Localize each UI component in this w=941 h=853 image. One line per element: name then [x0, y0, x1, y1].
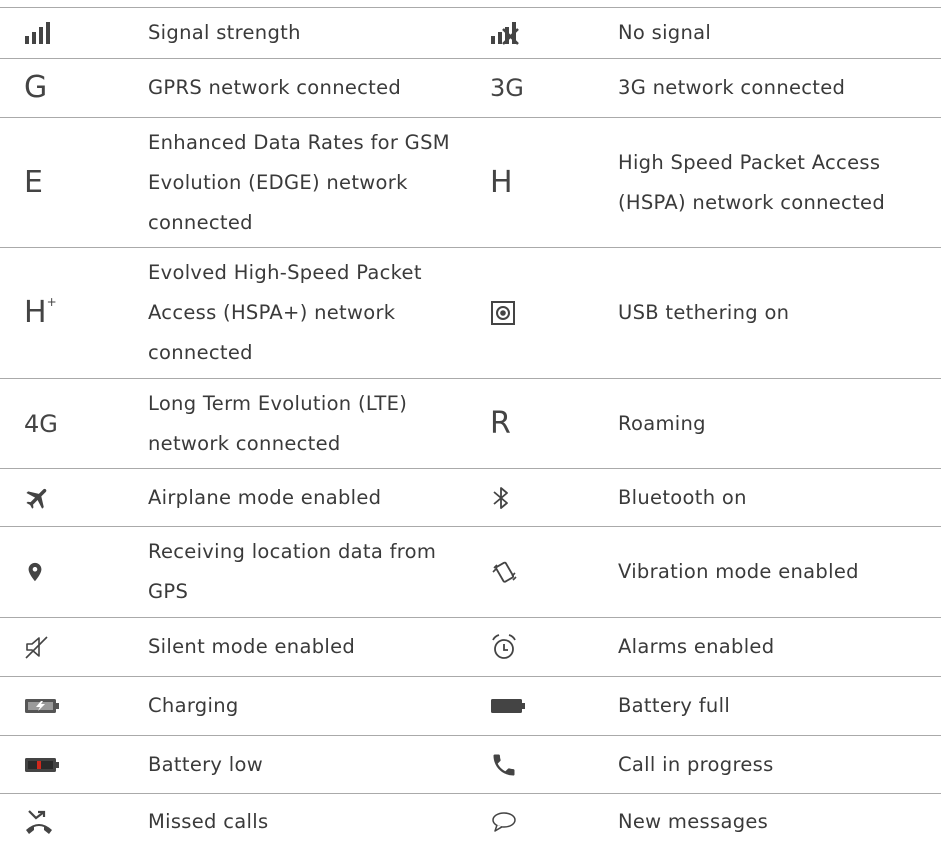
- description: Alarms enabled: [618, 635, 775, 658]
- description: Silent mode enabled: [148, 635, 356, 658]
- icon-cell: [470, 794, 618, 849]
- description: USB tethering on: [618, 301, 790, 324]
- description: Long Term Evolution (LTE) network connec…: [148, 391, 408, 455]
- battery-charging-icon: [24, 697, 60, 715]
- edge-icon: E: [24, 164, 43, 200]
- table-row: Silent mode enabled Alarms enabled: [0, 618, 941, 677]
- description: Vibration mode enabled: [618, 560, 859, 583]
- table-row: Receiving location data from GPS Vibrati…: [0, 527, 941, 618]
- description: Charging: [148, 694, 239, 717]
- icon-cell: [470, 677, 618, 735]
- table-row: 4G Long Term Evolution (LTE) network con…: [0, 379, 941, 469]
- icon-cell: H: [470, 118, 618, 247]
- table-row: H+ Evolved High-Speed Packet Access (HSP…: [0, 248, 941, 379]
- description: Bluetooth on: [618, 485, 747, 509]
- icon-cell: H+: [0, 248, 148, 378]
- phone-call-icon: [490, 751, 518, 779]
- icon-cell: [0, 618, 148, 676]
- table-row: Battery low Call in progress: [0, 736, 941, 794]
- description: 3G network connected: [618, 76, 846, 99]
- icon-cell: [0, 677, 148, 735]
- icon-cell: E: [0, 118, 148, 247]
- description: Airplane mode enabled: [148, 485, 382, 509]
- gprs-icon: G: [24, 70, 48, 105]
- 3g-icon: 3G: [490, 74, 524, 102]
- missed-call-icon: [24, 808, 54, 836]
- description: GPRS network connected: [148, 76, 402, 99]
- battery-full-icon: [490, 697, 526, 715]
- roaming-icon: R: [490, 405, 511, 441]
- table-row: Signal strength No signal: [0, 7, 941, 59]
- description: Receiving location data from GPS: [148, 540, 437, 603]
- vibration-icon: [490, 558, 518, 586]
- icon-cell: [470, 527, 618, 617]
- message-bubble-icon: [490, 810, 518, 834]
- table-row: Charging Battery full: [0, 677, 941, 736]
- alarm-clock-icon: [490, 633, 518, 661]
- icon-cell: [0, 794, 148, 849]
- airplane-icon: [24, 484, 52, 512]
- table-row: Airplane mode enabled Bluetooth on: [0, 469, 941, 527]
- lte-icon: 4G: [24, 409, 58, 438]
- icon-cell: [470, 618, 618, 676]
- icon-cell: [0, 8, 148, 58]
- description: Roaming: [618, 411, 706, 435]
- no-signal-icon: [490, 21, 520, 45]
- icon-cell: [470, 248, 618, 378]
- icon-cell: R: [470, 379, 618, 468]
- usb-tethering-icon: [490, 300, 516, 326]
- description: Battery full: [618, 694, 731, 717]
- hspa-plus-letter: H: [24, 295, 47, 330]
- location-pin-icon: [24, 558, 46, 586]
- battery-low-icon: [24, 756, 60, 774]
- description: Signal strength: [148, 21, 301, 44]
- hspa-plus-sup: +: [46, 295, 57, 309]
- description: No signal: [618, 21, 712, 44]
- description: Battery low: [148, 752, 263, 776]
- description: Missed calls: [148, 809, 269, 833]
- icon-cell: [470, 8, 618, 58]
- status-icon-table: Signal strength No signal G GPRS network…: [0, 7, 941, 849]
- table-row: Missed calls New messages: [0, 794, 941, 849]
- signal-strength-icon: [24, 21, 54, 45]
- silent-mode-icon: [24, 634, 50, 660]
- icon-cell: [470, 469, 618, 526]
- description: Evolved High-Speed Packet Access (HSPA+)…: [148, 261, 422, 364]
- description: New messages: [618, 809, 769, 833]
- hspa-icon: H: [490, 164, 513, 200]
- icon-cell: G: [0, 59, 148, 117]
- bluetooth-icon: [490, 485, 512, 511]
- hspa-plus-icon: H+: [24, 295, 57, 330]
- icon-cell: [0, 469, 148, 526]
- icon-cell: 3G: [470, 59, 618, 117]
- icon-cell: [0, 527, 148, 617]
- icon-cell: 4G: [0, 379, 148, 468]
- description: Call in progress: [618, 752, 774, 776]
- description: Enhanced Data Rates for GSM Evolution (E…: [148, 130, 450, 234]
- icon-cell: [470, 736, 618, 793]
- icon-cell: [0, 736, 148, 793]
- table-row: E Enhanced Data Rates for GSM Evolution …: [0, 118, 941, 248]
- table-row: G GPRS network connected 3G 3G network c…: [0, 59, 941, 118]
- description: High Speed Packet Access (HSPA) network …: [618, 150, 886, 214]
